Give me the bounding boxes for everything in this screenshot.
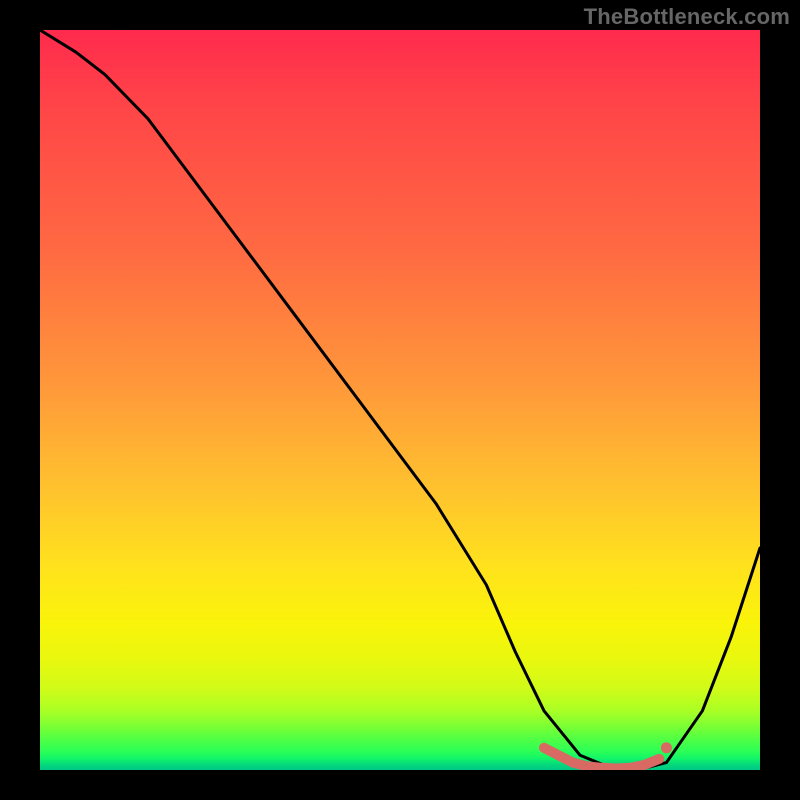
valley-end-dot <box>661 742 672 753</box>
valley-marker <box>544 748 659 769</box>
chart-frame: TheBottleneck.com <box>0 0 800 800</box>
chart-svg <box>40 30 760 770</box>
bottleneck-curve <box>40 30 760 770</box>
watermark-label: TheBottleneck.com <box>584 4 790 30</box>
plot-area <box>40 30 760 770</box>
